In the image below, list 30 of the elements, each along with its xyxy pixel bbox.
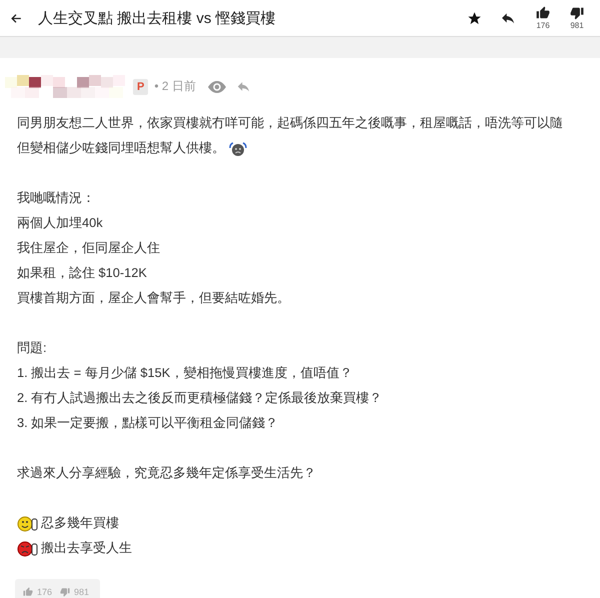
post-text: 兩個人加埋40k <box>17 215 103 232</box>
post-text: 3. 如果一定要搬，點樣可以平衡租金同儲錢？ <box>17 415 278 432</box>
like-button[interactable]: 176 <box>528 6 558 30</box>
eye-icon[interactable] <box>208 80 226 92</box>
post-text: 1. 搬出去 = 每月少儲 $15K，變相拖慢買樓進度，值唔值？ <box>17 365 352 382</box>
post-text: 求過來人分享經驗，究竟忍多幾年定係享受生活先？ <box>17 465 316 482</box>
back-arrow-icon <box>10 12 22 24</box>
post-text: 忍多幾年買樓 <box>41 515 119 532</box>
star-icon <box>466 10 482 26</box>
thumbs-up-icon <box>23 586 33 596</box>
post-time: • 2 日前 <box>154 78 196 95</box>
thumbs-down-icon <box>60 586 70 596</box>
user-badge: P <box>133 78 148 94</box>
thumbs-up-icon <box>536 6 550 20</box>
angry-face-thumb-icon <box>17 540 39 558</box>
post-text: 但變相儲少咗錢同埋唔想幫人供樓。 <box>17 140 225 157</box>
post-text: 搬出去享受人生 <box>41 540 132 557</box>
thumbs-down-icon <box>570 6 584 20</box>
post-text: 2. 有冇人試過搬出去之後反而更積極儲錢？定係最後放棄買樓？ <box>17 390 382 407</box>
thread-title: 人生交叉點 搬出去租樓 vs 慳錢買樓 <box>38 8 277 28</box>
smiley-thumb-icon <box>17 514 39 532</box>
reply-icon <box>236 79 251 94</box>
post-text: 買樓首期方面，屋企人會幫手，但要結咗婚先。 <box>17 290 290 307</box>
crying-face-icon <box>227 140 249 156</box>
post-text: 我住屋企，佢同屋企人住 <box>17 240 160 257</box>
post-text: 我哋嘅情況： <box>17 190 95 207</box>
dislike-button[interactable]: 981 <box>562 6 592 30</box>
post-text: 同男朋友想二人世界，依家買樓就冇咩可能，起碼係四五年之後嘅事，租屋嘅話，唔洗等可以隨 <box>17 115 563 132</box>
post-text: 問題: <box>17 340 47 357</box>
post-text: 如果租，諗住 $10-12K <box>17 265 147 282</box>
